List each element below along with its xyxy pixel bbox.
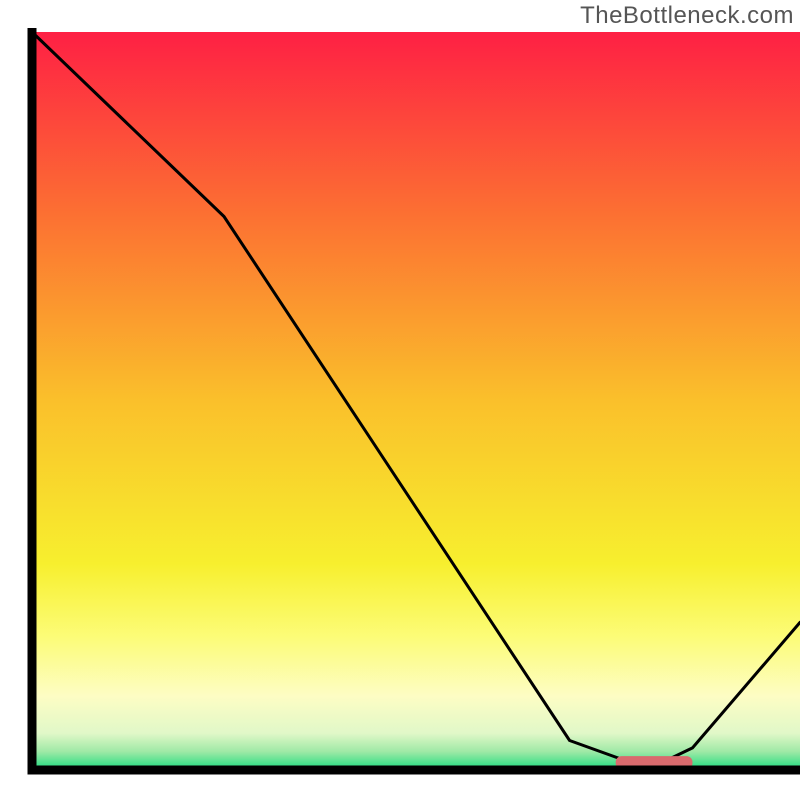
bottleneck-chart bbox=[0, 0, 800, 800]
watermark-text: TheBottleneck.com bbox=[580, 2, 794, 30]
chart-frame: TheBottleneck.com bbox=[0, 0, 800, 800]
